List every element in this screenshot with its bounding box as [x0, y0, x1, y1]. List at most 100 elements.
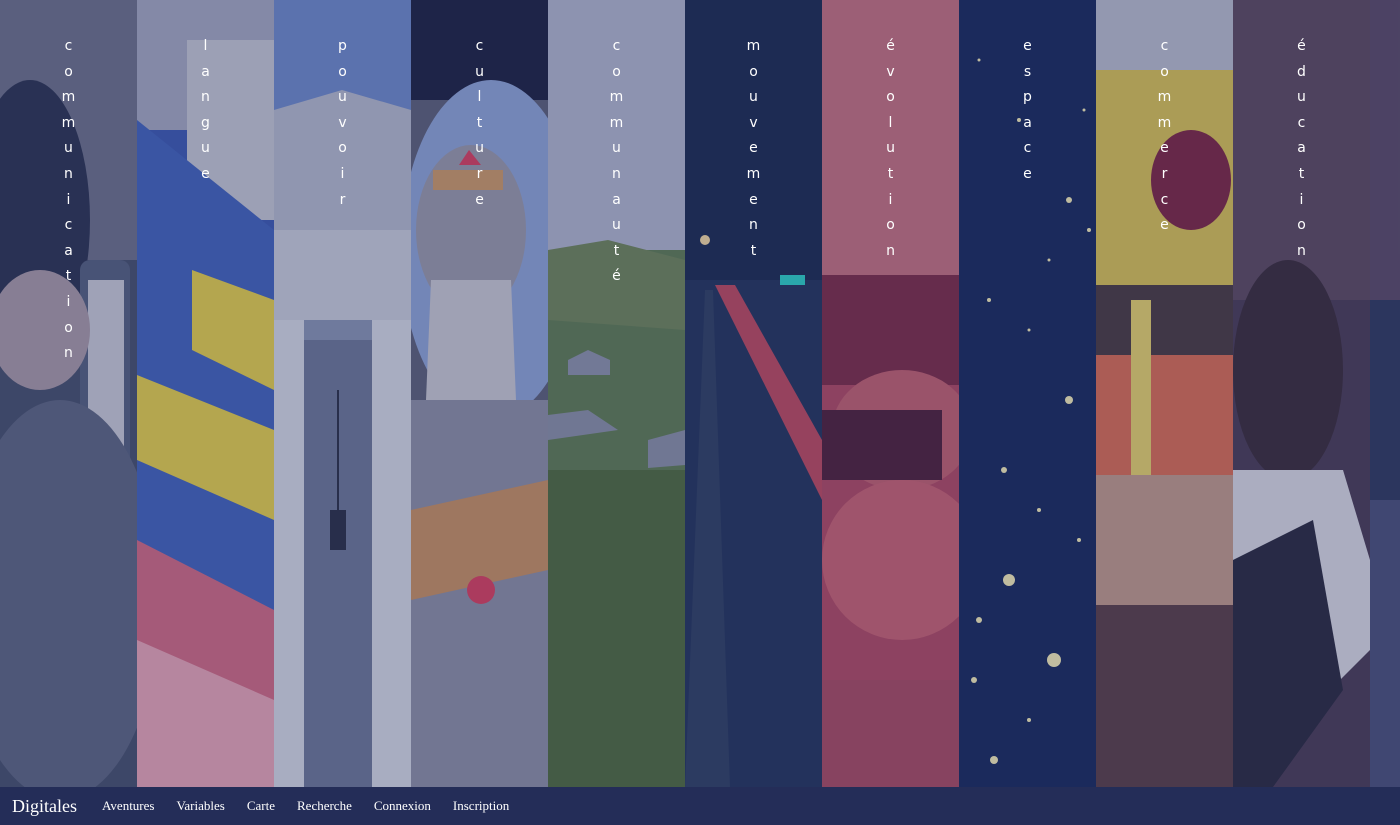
- label-letter: i: [888, 191, 893, 208]
- label-letter: u: [64, 140, 73, 157]
- label-letter: t: [613, 242, 620, 259]
- label-letter: i: [66, 293, 71, 310]
- panel-label: culture: [475, 34, 484, 213]
- label-letter: o: [338, 140, 347, 157]
- label-letter: o: [1160, 63, 1169, 80]
- panel-espace[interactable]: espace: [959, 0, 1096, 787]
- label-letter: n: [612, 165, 621, 182]
- label-letter: u: [475, 63, 484, 80]
- label-letter: e: [749, 140, 758, 157]
- panel-label: communication: [62, 34, 76, 367]
- label-letter: v: [749, 114, 758, 131]
- nav-link-inscription[interactable]: Inscription: [453, 798, 509, 814]
- label-letter: m: [61, 114, 76, 131]
- label-letter: c: [1160, 191, 1169, 208]
- label-letter: c: [64, 38, 73, 54]
- label-letter: u: [1297, 89, 1306, 106]
- label-letter: t: [476, 114, 483, 131]
- panel-communication[interactable]: communication: [0, 0, 137, 787]
- label-letter: a: [201, 63, 210, 80]
- label-letter: i: [340, 165, 345, 182]
- label-letter: é: [1297, 38, 1306, 54]
- label-letter: m: [746, 38, 761, 54]
- label-letter: u: [338, 89, 347, 106]
- label-letter: u: [612, 217, 621, 234]
- label-letter: o: [64, 63, 73, 80]
- panel-culture[interactable]: culture: [411, 0, 548, 787]
- label-letter: o: [886, 89, 895, 106]
- panel-education[interactable]: éducation: [1233, 0, 1370, 787]
- label-letter: n: [201, 89, 210, 106]
- panel-label: communauté: [610, 34, 624, 290]
- label-letter: u: [201, 140, 210, 157]
- label-letter: r: [339, 191, 346, 208]
- label-letter: o: [1297, 217, 1306, 234]
- label-letter: o: [338, 63, 347, 80]
- label-letter: i: [1299, 191, 1304, 208]
- label-letter: o: [64, 319, 73, 336]
- label-letter: e: [749, 191, 758, 208]
- label-letter: e: [1160, 217, 1169, 234]
- label-letter: e: [201, 165, 210, 182]
- label-letter: a: [612, 191, 621, 208]
- label-letter: n: [886, 242, 895, 259]
- label-letter: t: [887, 165, 894, 182]
- label-letter: t: [1298, 165, 1305, 182]
- label-letter: r: [476, 165, 483, 182]
- label-letter: l: [477, 89, 482, 106]
- label-letter: m: [1157, 89, 1172, 106]
- label-letter: c: [1297, 114, 1306, 131]
- label-letter: e: [475, 191, 484, 208]
- label-letter: m: [609, 114, 624, 131]
- panel-commerce[interactable]: commerce: [1096, 0, 1233, 787]
- label-letter: t: [750, 242, 757, 259]
- nav-link-recherche[interactable]: Recherche: [297, 798, 352, 814]
- panel-pouvoir[interactable]: pouvoir: [274, 0, 411, 787]
- nav-link-carte[interactable]: Carte: [247, 798, 275, 814]
- bottom-navbar: Digitales Aventures Variables Carte Rech…: [0, 787, 1400, 825]
- panel-communaute[interactable]: communauté: [548, 0, 685, 787]
- label-letter: é: [612, 268, 621, 285]
- panel-label: langue: [201, 34, 210, 188]
- nav-link-variables[interactable]: Variables: [176, 798, 224, 814]
- label-letter: é: [886, 38, 895, 54]
- label-letter: n: [1297, 242, 1306, 259]
- label-letter: n: [64, 345, 73, 362]
- label-letter: c: [475, 38, 484, 54]
- label-letter: s: [1023, 63, 1032, 80]
- label-letter: o: [886, 217, 895, 234]
- label-letter: p: [338, 38, 347, 54]
- label-letter: n: [749, 217, 758, 234]
- label-letter: u: [749, 89, 758, 106]
- label-letter: v: [886, 63, 895, 80]
- label-letter: e: [1160, 140, 1169, 157]
- label-letter: c: [612, 38, 621, 54]
- panel-label: pouvoir: [338, 34, 347, 213]
- panel-langue[interactable]: langue: [137, 0, 274, 787]
- panel-label: commerce: [1158, 34, 1172, 239]
- label-letter: v: [338, 114, 347, 131]
- label-letter: r: [1161, 165, 1168, 182]
- label-letter: a: [1297, 140, 1306, 157]
- panel-label: évolution: [886, 34, 895, 264]
- label-letter: c: [64, 217, 73, 234]
- extra-image: [1370, 0, 1400, 787]
- panel-label: éducation: [1297, 34, 1306, 264]
- label-letter: o: [749, 63, 758, 80]
- label-letter: p: [1023, 89, 1032, 106]
- label-letter: c: [1160, 38, 1169, 54]
- nav-link-connexion[interactable]: Connexion: [374, 798, 431, 814]
- panel-mouvement[interactable]: mouvement: [685, 0, 822, 787]
- brand-logo[interactable]: Digitales: [12, 796, 77, 817]
- label-letter: m: [1157, 114, 1172, 131]
- panel-extra[interactable]: [1370, 0, 1400, 787]
- panel-evolution[interactable]: évolution: [822, 0, 959, 787]
- nav-link-aventures[interactable]: Aventures: [102, 798, 154, 814]
- label-letter: t: [65, 268, 72, 285]
- label-letter: m: [609, 89, 624, 106]
- label-letter: e: [1023, 165, 1032, 182]
- label-letter: u: [886, 140, 895, 157]
- label-letter: n: [64, 165, 73, 182]
- category-panels: communication langue pouvoir c u l t u r…: [0, 0, 1400, 787]
- label-letter: e: [1023, 38, 1032, 54]
